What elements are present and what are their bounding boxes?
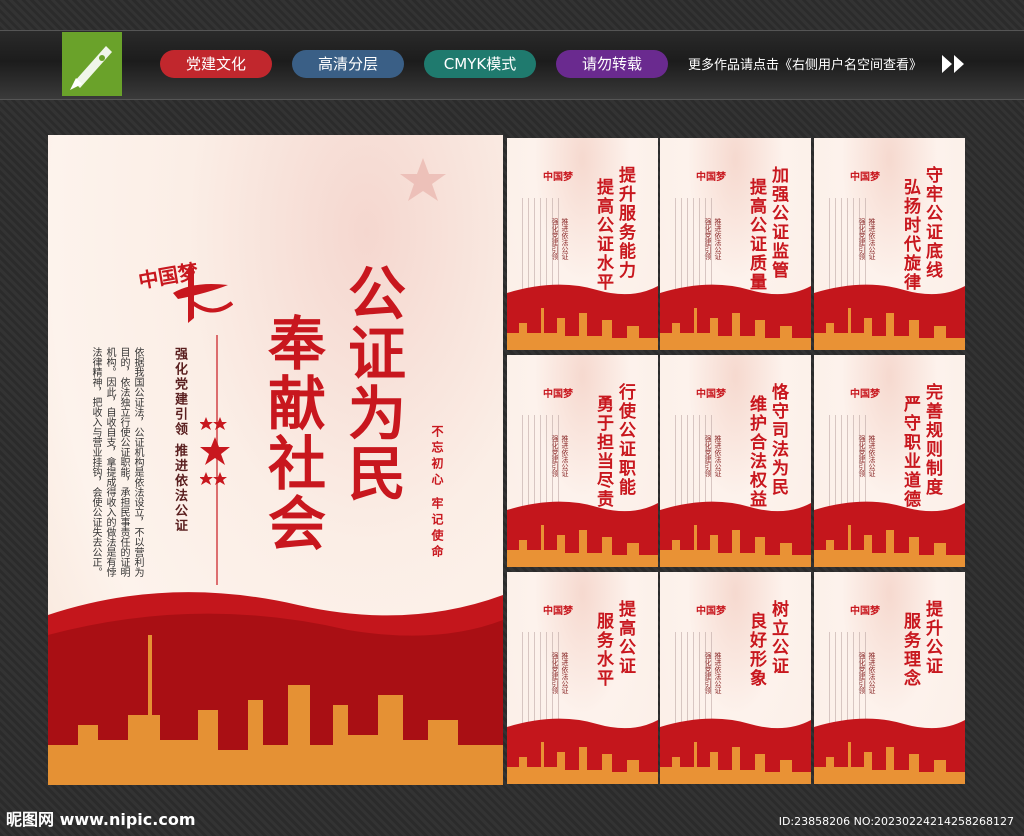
poster-5: 中国梦恪守司法为民维护合法权益强化党建引领推进依法公证 [660,355,811,567]
tag-party-culture[interactable]: 党建文化 [160,50,272,78]
poster-2: 中国梦加强公证监管提高公证质量强化党建引领推进依法公证 [660,138,811,350]
poster-9: 中国梦提升公证服务理念强化党建引领推进依法公证 [814,572,965,784]
main-body-text: 依据我国公证法，公证机构是依法设立，不以营利为目的，依法独立行使公证职能，承担民… [90,347,143,577]
poster-red-wave [507,501,658,567]
china-dream-logo-mini: 中国梦 [543,389,573,400]
china-dream-logo-mini: 中国梦 [850,606,880,617]
china-dream-logo-mini: 中国梦 [850,389,880,400]
poster-line1: 树立公证 [768,600,788,676]
calligraphy-brush-icon [173,268,233,323]
red-wave-skyline [48,592,503,785]
tag-cmyk[interactable]: CMYK模式 [424,50,536,78]
poster-red-wave [660,284,811,350]
poster-red-wave [660,718,811,784]
china-dream-logo-mini: 中国梦 [696,389,726,400]
poster-line2: 服务理念 [900,612,920,688]
poster-red-wave [507,718,658,784]
image-id: ID:23858206 NO:20230224214258268127 [778,815,1014,828]
more-works-link[interactable]: 更多作品请点击《右侧用户名空间查看》 [688,54,922,73]
poster-line1: 提升服务能力 [615,166,635,280]
poster-line2: 提高公证水平 [593,178,613,292]
tag-no-repost[interactable]: 请勿转载 [556,50,668,78]
poster-line1: 提升公证 [922,600,942,676]
star-icon [400,158,446,201]
poster-line2: 维护合法权益 [746,395,766,509]
china-dream-logo-mini: 中国梦 [850,172,880,183]
tag-hd-layers[interactable]: 高清分层 [292,50,404,78]
pen-logo-icon [62,32,122,96]
poster-6: 中国梦完善规则制度严守职业道德强化党建引领推进依法公证 [814,355,965,567]
main-title-b: 奉献社会 [258,313,326,553]
poster-line1: 守牢公证底线 [922,166,942,280]
poster-line2: 严守职业道德 [900,395,920,509]
main-title-a: 公证为民 [338,263,406,503]
china-dream-logo-mini: 中国梦 [543,606,573,617]
main-poster: 中国梦 公证为民 奉献社会 不忘初心 牢记使命 强化党建引领 推进依法公证 依据… [48,135,503,785]
poster-red-wave [814,284,965,350]
poster-red-wave [507,284,658,350]
poster-red-wave [814,718,965,784]
poster-line1: 提高公证 [615,600,635,676]
slogan-text: 不忘初心 牢记使命 [430,425,444,562]
poster-line1: 恪守司法为民 [768,383,788,497]
poster-line2: 提高公证质量 [746,178,766,292]
poster-8: 中国梦树立公证良好形象强化党建引领推进依法公证 [660,572,811,784]
poster-line2: 勇于担当尽责 [593,395,613,509]
poster-line2: 服务水平 [593,612,613,688]
poster-4: 中国梦行使公证职能勇于担当尽责强化党建引领推进依法公证 [507,355,658,567]
poster-1: 中国梦提升服务能力提高公证水平强化党建引领推进依法公证 [507,138,658,350]
double-arrow-icon[interactable] [940,53,970,75]
watermark: 昵图网 www.nipic.com [6,810,196,829]
poster-3: 中国梦守牢公证底线弘扬时代旋律强化党建引领推进依法公证 [814,138,965,350]
poster-line2: 良好形象 [746,612,766,688]
china-dream-logo-mini: 中国梦 [696,172,726,183]
poster-7: 中国梦提高公证服务水平强化党建引领推进依法公证 [507,572,658,784]
china-dream-logo-mini: 中国梦 [543,172,573,183]
china-dream-logo-mini: 中国梦 [696,606,726,617]
poster-line1: 加强公证监管 [768,166,788,280]
poster-line1: 完善规则制度 [922,383,942,497]
poster-red-wave [814,501,965,567]
poster-line2: 弘扬时代旋律 [900,178,920,292]
main-subtitle: 强化党建引领 推进依法公证 [172,347,187,534]
star-column-icon [200,417,230,485]
poster-red-wave [660,501,811,567]
poster-line1: 行使公证职能 [615,383,635,497]
